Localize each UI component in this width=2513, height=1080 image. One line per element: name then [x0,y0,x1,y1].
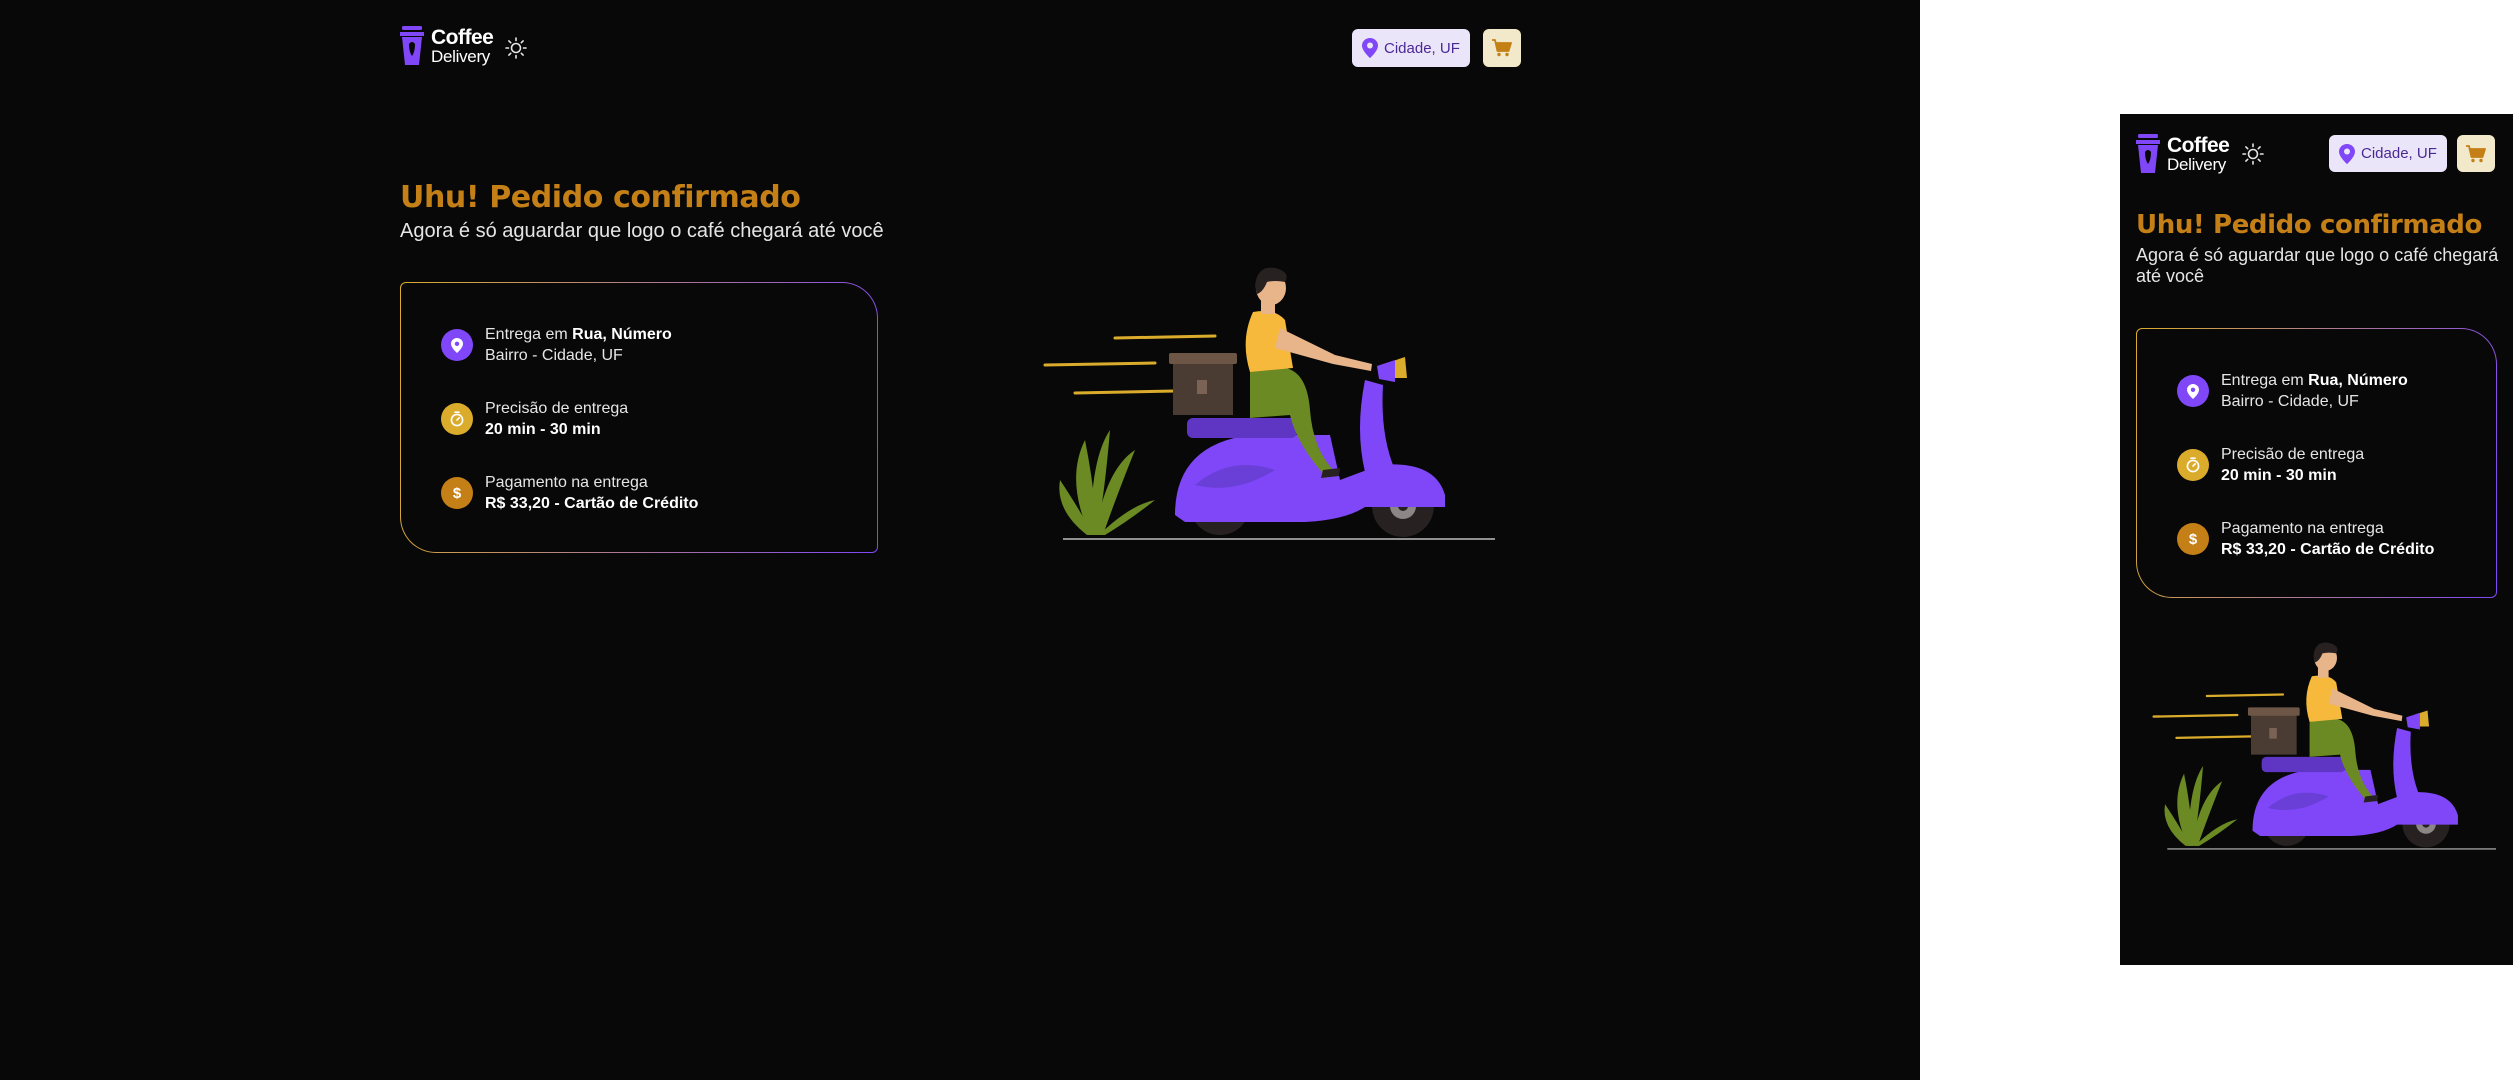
address-prefix: Entrega em [2221,372,2304,389]
delivery-address-row: Entrega em Rua, Número Bairro - Cidade, … [2177,370,2408,412]
order-info-card: Entrega em Rua, Número Bairro - Cidade, … [2136,328,2497,598]
desktop-viewport: Coffee Delivery Cidade, UF Uhu! Pedido c… [0,0,1920,1080]
sun-icon[interactable] [505,37,527,59]
address-street: Rua, Número [572,326,672,343]
brand-name-line2: Delivery [431,47,491,66]
brand-name-line2: Delivery [2167,155,2227,174]
shopping-cart-icon [2466,144,2486,162]
location-button[interactable]: Cidade, UF [2329,135,2447,172]
payment-label: Pagamento na entrega [485,474,648,491]
payment-value: R$ 33,20 - Cartão de Crédito [485,495,699,512]
address-prefix: Entrega em [485,326,568,343]
time-value: 20 min - 30 min [2221,467,2337,484]
brand-logo[interactable]: Coffee Delivery [2136,134,2230,174]
time-value: 20 min - 30 min [485,421,601,438]
delivery-time-row: Precisão de entrega 20 min - 30 min [441,398,628,440]
page-subtitle: Agora é só aguardar que logo o café cheg… [2136,245,2499,286]
svg-text:$: $ [453,485,462,502]
location-label: Cidade, UF [1384,39,1460,57]
page-title: Uhu! Pedido confirmado [400,180,801,215]
page-title: Uhu! Pedido confirmado [2136,210,2482,240]
map-pin-icon [2177,375,2209,407]
brand-name-line1: Coffee [2167,134,2230,157]
dollar-icon: $ [441,477,473,509]
address-street: Rua, Número [2308,372,2408,389]
payment-row: $ Pagamento na entrega R$ 33,20 - Cartão… [2177,518,2434,560]
page-subtitle: Agora é só aguardar que logo o café cheg… [400,220,884,242]
svg-text:$: $ [2189,531,2198,548]
cart-button[interactable] [2457,135,2495,172]
delivery-address-row: Entrega em Rua, Número Bairro - Cidade, … [441,324,672,366]
brand-logo[interactable]: Coffee Delivery [400,26,494,66]
delivery-time-row: Precisão de entrega 20 min - 30 min [2177,444,2364,486]
location-button[interactable]: Cidade, UF [1352,29,1470,67]
payment-row: $ Pagamento na entrega R$ 33,20 - Cartão… [441,472,698,514]
map-pin-icon [2339,143,2355,164]
mobile-viewport: Coffee Delivery Cidade, UF Uhu! Pedido c… [2120,114,2513,965]
timer-icon [2177,449,2209,481]
time-label: Precisão de entrega [485,400,629,417]
coffee-cup-icon [2136,134,2160,173]
delivery-scooter-illustration [1043,267,1495,540]
cart-button[interactable] [1483,29,1521,67]
payment-value: R$ 33,20 - Cartão de Crédito [2221,541,2435,558]
time-label: Precisão de entrega [2221,446,2365,463]
dollar-icon: $ [2177,523,2209,555]
delivery-scooter-illustration [2152,642,2496,850]
coffee-cup-icon [400,26,424,65]
order-info-card: Entrega em Rua, Número Bairro - Cidade, … [400,282,878,553]
location-label: Cidade, UF [2361,145,2437,162]
brand-name-line1: Coffee [431,26,494,49]
map-pin-icon [1362,38,1378,58]
shopping-cart-icon [1492,39,1512,57]
timer-icon [441,403,473,435]
payment-label: Pagamento na entrega [2221,520,2384,537]
address-district: Bairro - Cidade, UF [485,347,623,364]
map-pin-icon [441,329,473,361]
sun-icon[interactable] [2242,143,2264,165]
address-district: Bairro - Cidade, UF [2221,393,2359,410]
